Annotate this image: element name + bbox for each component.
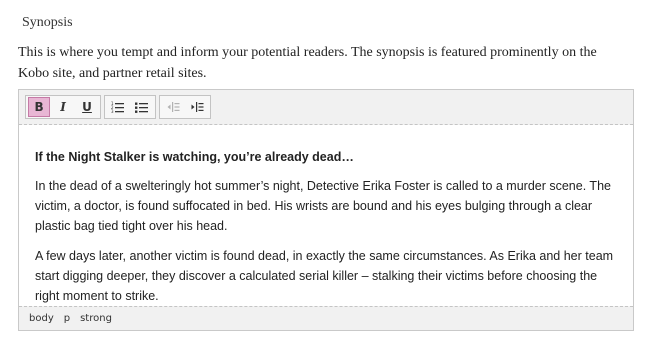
underline-icon: U	[82, 100, 92, 114]
indent-icon	[191, 102, 204, 112]
synopsis-headline: If the Night Stalker is watching, you’re…	[35, 150, 354, 164]
outdent-icon	[167, 102, 180, 112]
italic-button[interactable]: I	[52, 97, 74, 117]
synopsis-paragraph-1: In the dead of a swelteringly hot summer…	[35, 179, 611, 233]
path-item-p[interactable]: p	[64, 313, 70, 324]
bold-icon: B	[34, 100, 44, 114]
bullet-list-icon	[135, 102, 148, 113]
outdent-button[interactable]	[162, 97, 184, 117]
format-button-group: B I U	[25, 95, 101, 119]
bullet-list-button[interactable]	[131, 97, 153, 117]
section-label: Synopsis	[22, 15, 73, 30]
section-description: This is where you tempt and inform your …	[18, 45, 597, 81]
underline-button[interactable]: U	[76, 97, 98, 117]
rich-text-editor: B I U 1 2 3 If the Night Stalker is watc…	[18, 89, 634, 331]
synopsis-section: Synopsis This is where you tempt and inf…	[0, 0, 652, 346]
editor-toolbar: B I U 1 2 3	[19, 90, 633, 125]
path-item-strong[interactable]: strong	[80, 313, 112, 324]
path-item-body[interactable]: body	[29, 313, 54, 324]
svg-text:3: 3	[111, 109, 114, 113]
numbered-list-button[interactable]: 1 2 3	[107, 97, 129, 117]
list-button-group: 1 2 3	[104, 95, 156, 119]
bold-button[interactable]: B	[28, 97, 51, 117]
synopsis-paragraph-2: A few days later, another victim is foun…	[35, 249, 614, 303]
italic-icon: I	[60, 100, 66, 114]
element-path-bar: body p strong	[19, 306, 633, 330]
indent-button[interactable]	[186, 97, 208, 117]
indent-button-group	[159, 95, 211, 119]
editor-content-area[interactable]: If the Night Stalker is watching, you’re…	[19, 125, 633, 306]
numbered-list-icon: 1 2 3	[111, 101, 124, 113]
